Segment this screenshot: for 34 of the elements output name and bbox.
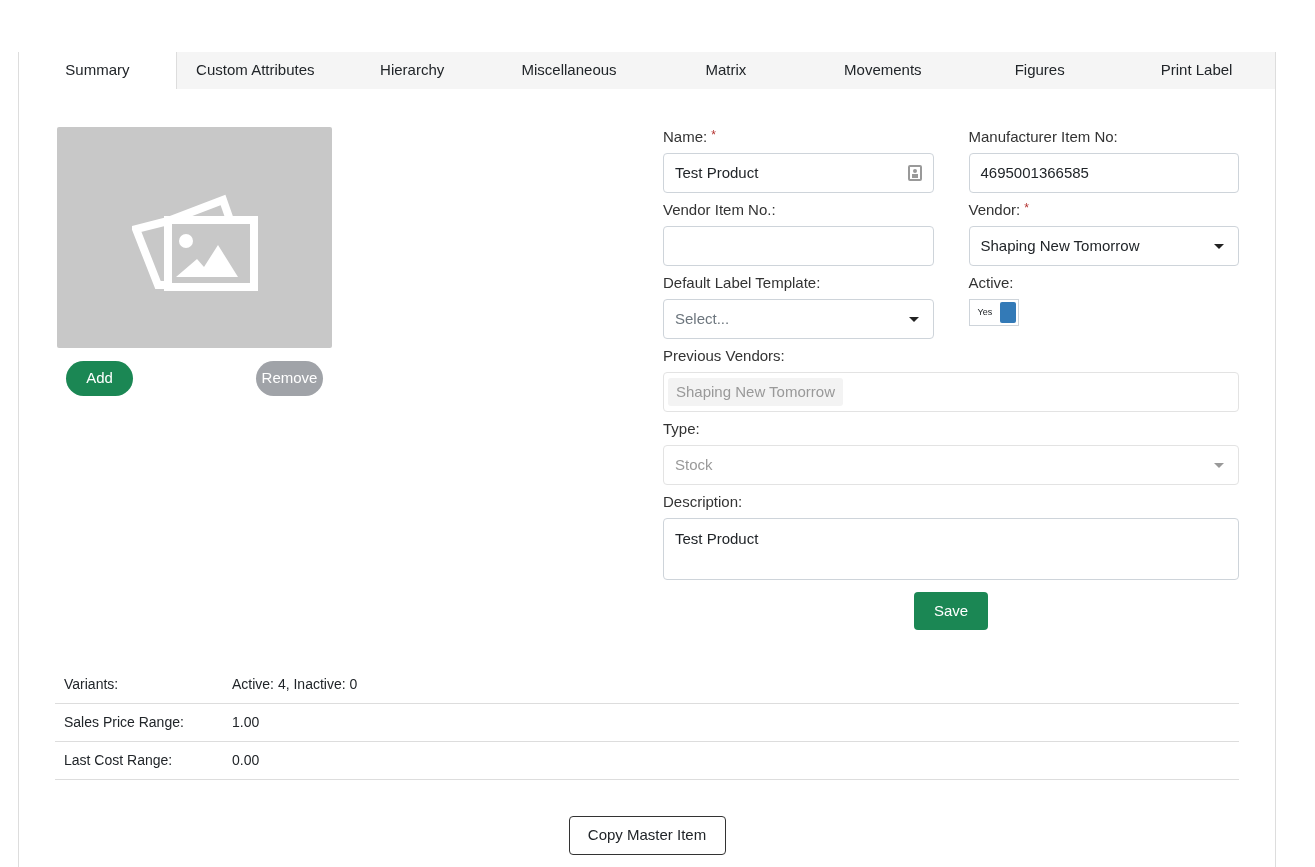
field-label: Vendor Item No.: <box>663 200 776 220</box>
dropdown: Stock <box>663 445 1239 485</box>
text-field[interactable] <box>663 226 934 266</box>
description-field[interactable]: Test Product <box>663 518 1239 580</box>
field-label: Type: <box>663 419 700 439</box>
summary-label: Sales Price Range: <box>64 713 185 732</box>
save-button[interactable]: Save <box>914 592 988 630</box>
summary-value: Active: 4, Inactive: 0 <box>232 675 358 694</box>
dropdown[interactable]: Shaping New Tomorrow <box>968 226 1239 266</box>
text-field[interactable]: 4695001366585 <box>968 153 1239 193</box>
field-label: Active: <box>968 273 1014 293</box>
field-label: Vendor: <box>968 200 1021 220</box>
field-label: Previous Vendors: <box>663 346 785 366</box>
summary-label: Last Cost Range: <box>64 751 174 770</box>
summary-value: 1.00 <box>232 713 260 732</box>
required-mark: * <box>1024 200 1029 216</box>
add-button[interactable]: Add <box>66 361 133 396</box>
toggle-switch[interactable]: Yes <box>968 299 1019 326</box>
field-label: Name: <box>663 127 708 147</box>
required-mark: * <box>711 127 716 143</box>
field-label: Manufacturer Item No: <box>968 127 1118 147</box>
caret-icon <box>908 316 919 322</box>
field-label: Default Label Template: <box>663 273 821 293</box>
summary-label: Variants: <box>64 675 120 694</box>
text-field[interactable]: Test Product <box>663 153 934 193</box>
dropdown[interactable]: Select... <box>663 299 934 339</box>
summary-value: 0.00 <box>232 751 260 770</box>
tab[interactable]: Summary <box>19 52 177 89</box>
caret-icon <box>1214 243 1224 249</box>
caret-icon <box>1214 462 1224 468</box>
copy-master-item-button[interactable]: Copy Master Item <box>568 816 726 855</box>
contact-card-icon[interactable] <box>907 165 922 181</box>
vendor-tag: Shaping New Tomorrow <box>668 377 843 407</box>
field-label: Description: <box>663 492 743 512</box>
